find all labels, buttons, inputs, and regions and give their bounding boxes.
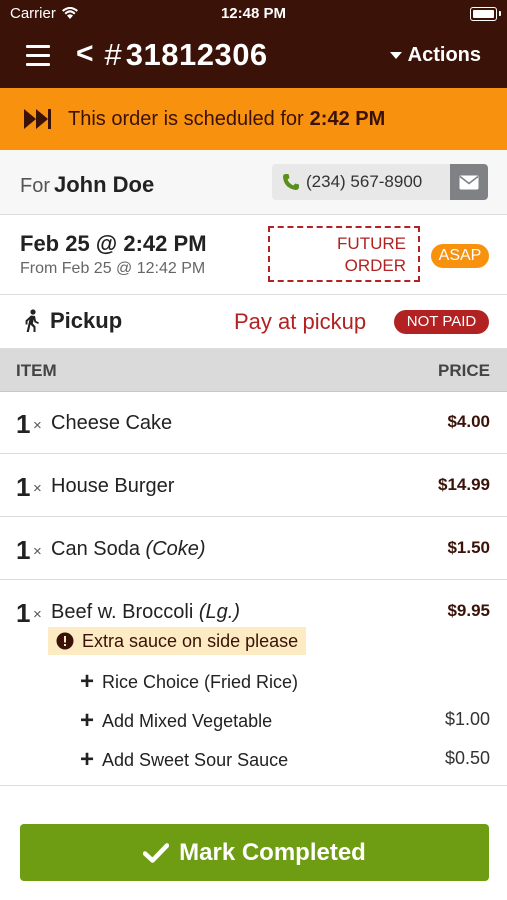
- item-note: Extra sauce on side please: [48, 627, 307, 655]
- back-chevron-icon[interactable]: <: [76, 37, 94, 71]
- item-name: Can Soda (Coke): [51, 538, 206, 561]
- item-price: $4.00: [447, 412, 490, 431]
- clock: 12:48 PM: [220, 5, 287, 22]
- item-variant: (Lg.): [198, 601, 240, 623]
- order-item[interactable]: 1 × House Burger $14.99: [0, 454, 507, 517]
- future-line-1: FUTURE: [337, 234, 406, 253]
- envelope-icon: [459, 175, 479, 189]
- item-name-text: Can Soda: [51, 538, 140, 560]
- modifier-price: $1.00: [444, 709, 490, 729]
- customer-name: John Doe: [54, 172, 155, 197]
- for-label: For: [20, 175, 50, 197]
- scheduled-date: Feb 25 @ 2:42 PM: [20, 231, 207, 256]
- battery-tip: [499, 11, 501, 16]
- item-note-text: Extra sauce on side please: [82, 630, 299, 651]
- item-price: $14.99: [438, 475, 490, 494]
- item-name: Beef w. Broccoli (Lg.): [51, 601, 240, 624]
- modifier-row: + Add Sweet Sour Sauce: [80, 746, 288, 774]
- item-name-text: Beef w. Broccoli: [51, 601, 194, 623]
- battery-icon: [470, 7, 497, 21]
- items-table-header: ITEM PRICE: [0, 349, 507, 392]
- customer-label: For John Doe: [20, 172, 154, 198]
- banner-text: This order is scheduled for: [68, 107, 304, 130]
- navigation-bar: < #31812306 Actions: [0, 28, 507, 88]
- item-quantity: 1: [16, 535, 31, 565]
- pickup-row: Pickup Pay at pickup NOT PAID: [0, 295, 507, 349]
- column-item: ITEM: [16, 361, 57, 380]
- order-item[interactable]: 1 × Beef w. Broccoli (Lg.) $9.95 Extra s…: [0, 580, 507, 786]
- order-title: #31812306: [104, 37, 268, 73]
- plus-icon: +: [80, 746, 95, 773]
- actions-label: Actions: [407, 44, 481, 66]
- plus-icon: +: [80, 707, 95, 734]
- pickup-label: Pickup: [50, 308, 123, 333]
- order-hash: #: [104, 37, 122, 72]
- item-quantity: 1: [16, 472, 31, 502]
- modifier-label: Add Mixed Vegetable: [102, 710, 273, 731]
- future-order-stamp: FUTURE ORDER: [268, 226, 420, 282]
- item-quantity: 1: [16, 598, 31, 628]
- pickup-type: Pickup: [22, 308, 122, 334]
- asap-badge[interactable]: ASAP: [431, 244, 489, 268]
- checkmark-icon: [143, 842, 170, 863]
- actions-button[interactable]: Actions: [389, 44, 481, 67]
- schedule-row: Feb 25 @ 2:42 PM From Feb 25 @ 12:42 PM …: [0, 215, 507, 295]
- exclamation-circle-icon: [56, 632, 74, 650]
- fast-forward-icon: [24, 109, 52, 129]
- modifier-label: Add Sweet Sour Sauce: [102, 749, 289, 770]
- email-button[interactable]: [450, 164, 488, 200]
- hamburger-menu-icon[interactable]: [26, 45, 50, 67]
- placed-date: From Feb 25 @ 12:42 PM: [20, 260, 206, 277]
- payment-method: Pay at pickup: [234, 309, 367, 334]
- times-sign: ×: [33, 606, 42, 623]
- mark-completed-button[interactable]: Mark Completed: [20, 824, 489, 881]
- status-bar: Carrier 12:48 PM: [0, 0, 507, 28]
- phone-button[interactable]: (234) 567-8900: [272, 164, 450, 200]
- item-name: House Burger: [51, 475, 175, 497]
- customer-row: For John Doe (234) 567-8900: [0, 150, 507, 215]
- caret-down-icon: [389, 52, 402, 59]
- phone-number: (234) 567-8900: [306, 172, 423, 191]
- times-sign: ×: [33, 480, 42, 497]
- modifier-row: + Add Mixed Vegetable: [80, 707, 272, 735]
- mark-completed-label: Mark Completed: [179, 838, 366, 866]
- item-name: Cheese Cake: [51, 412, 173, 434]
- times-sign: ×: [33, 543, 42, 560]
- item-quantity: 1: [16, 409, 31, 439]
- order-item[interactable]: 1 × Cheese Cake $4.00: [0, 391, 507, 454]
- plus-icon: +: [80, 668, 95, 695]
- payment-status-badge: NOT PAID: [394, 310, 489, 334]
- modifier-price: $0.50: [444, 748, 490, 768]
- item-price: $1.50: [447, 538, 490, 557]
- item-price: $9.95: [447, 601, 490, 620]
- future-line-2: ORDER: [344, 256, 406, 275]
- scheduled-banner: This order is scheduled for 2:42 PM: [0, 88, 507, 150]
- banner-time: 2:42 PM: [309, 107, 386, 130]
- order-item[interactable]: 1 × Can Soda (Coke) $1.50: [0, 517, 507, 580]
- modifier-row: + Rice Choice (Fried Rice): [80, 668, 298, 696]
- item-variant: (Coke): [145, 538, 206, 560]
- times-sign: ×: [33, 417, 42, 434]
- modifier-label: Rice Choice (Fried Rice): [102, 671, 299, 692]
- column-price: PRICE: [438, 361, 490, 380]
- walking-person-icon: [25, 309, 39, 332]
- phone-icon: [283, 174, 299, 190]
- footer-bar: Mark Completed: [0, 800, 507, 900]
- order-number: 31812306: [125, 37, 268, 72]
